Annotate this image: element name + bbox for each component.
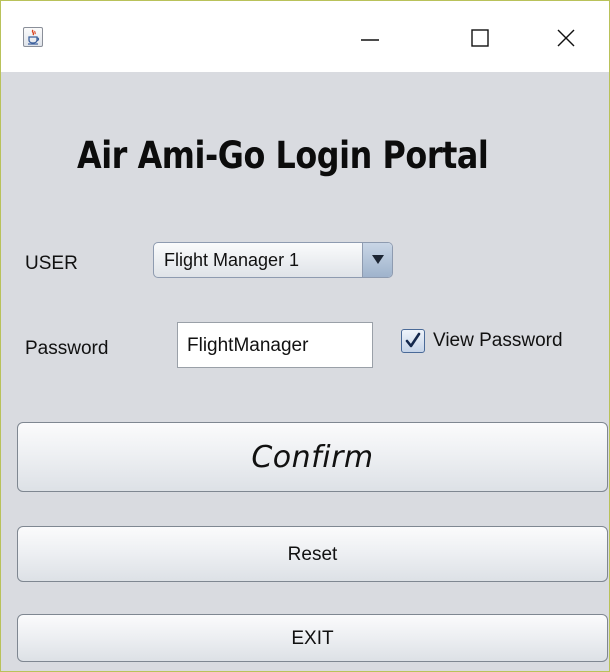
maximize-button[interactable] xyxy=(457,21,503,55)
view-password-checkbox[interactable] xyxy=(401,329,425,353)
close-icon xyxy=(557,29,575,47)
view-password-label: View Password xyxy=(433,330,563,351)
password-value: FlightManager xyxy=(187,335,309,356)
login-window: Air Ami-Go Login Portal USER Flight Mana… xyxy=(0,0,610,672)
dropdown-arrow-button[interactable] xyxy=(362,243,392,277)
close-button[interactable] xyxy=(543,21,589,55)
user-label: USER xyxy=(25,253,78,274)
login-panel: Air Ami-Go Login Portal USER Flight Mana… xyxy=(1,72,609,671)
maximize-icon xyxy=(471,29,489,47)
minimize-button[interactable] xyxy=(347,21,393,55)
password-label: Password xyxy=(25,338,109,359)
java-cup-icon xyxy=(23,27,43,47)
exit-button[interactable]: EXIT xyxy=(17,614,608,662)
minimize-icon xyxy=(361,39,379,41)
chevron-down-icon xyxy=(372,255,384,264)
confirm-button[interactable]: Confirm xyxy=(17,422,608,492)
user-select-value: Flight Manager 1 xyxy=(164,250,300,270)
title-bar[interactable] xyxy=(1,1,609,72)
user-select[interactable]: Flight Manager 1 xyxy=(153,242,393,278)
view-password-toggle[interactable]: View Password xyxy=(399,328,609,354)
checkmark-icon xyxy=(405,332,421,348)
page-title: Air Ami-Go Login Portal xyxy=(77,134,489,177)
reset-button[interactable]: Reset xyxy=(17,526,608,582)
password-input[interactable]: FlightManager xyxy=(177,322,373,368)
